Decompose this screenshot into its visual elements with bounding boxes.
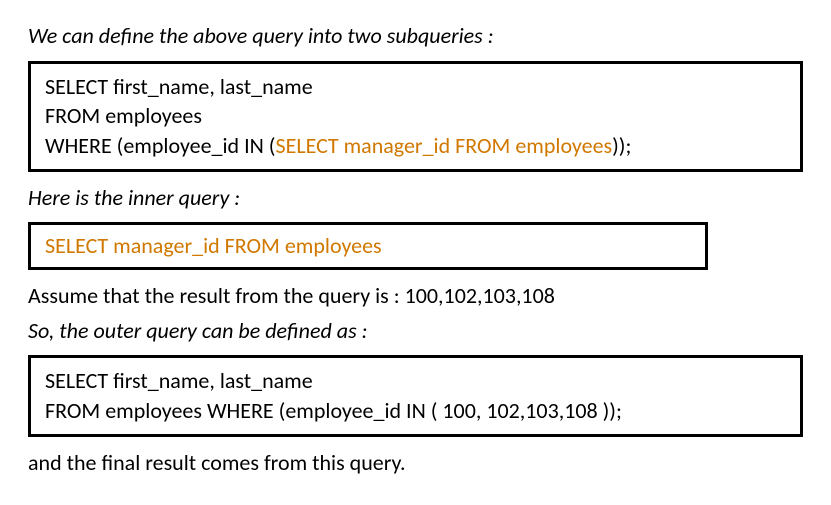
code-fragment: )); xyxy=(612,132,631,159)
code-fragment-subquery: SELECT manager_id FROM employees xyxy=(275,132,612,159)
outer-query-label: So, the outer query can be defined as : xyxy=(28,317,803,346)
code-line: WHERE (employee_id IN (SELECT manager_id… xyxy=(45,131,786,161)
code-line: SELECT first_name, last_name xyxy=(45,366,786,396)
code-line: SELECT manager_id FROM employees xyxy=(45,232,382,259)
code-fragment: WHERE (employee_id IN ( xyxy=(45,132,275,159)
assume-result-text: Assume that the result from the query is… xyxy=(28,282,803,311)
code-line: SELECT first_name, last_name xyxy=(45,72,786,102)
intro-text: We can define the above query into two s… xyxy=(28,22,803,51)
code-box-inner-query: SELECT manager_id FROM employees xyxy=(28,222,708,270)
final-result-text: and the final result comes from this que… xyxy=(28,449,803,478)
inner-query-label: Here is the inner query : xyxy=(28,184,803,213)
code-box-full-query: SELECT first_name, last_name FROM employ… xyxy=(28,61,803,172)
code-line: FROM employees WHERE (employee_id IN ( 1… xyxy=(45,396,786,426)
code-box-outer-query: SELECT first_name, last_name FROM employ… xyxy=(28,355,803,436)
code-line: FROM employees xyxy=(45,101,786,131)
